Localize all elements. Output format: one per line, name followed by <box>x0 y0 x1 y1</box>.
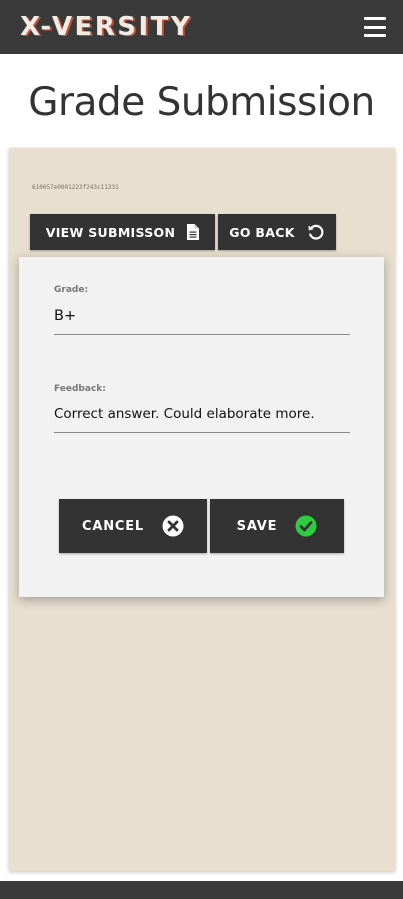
menu-bar <box>364 34 386 37</box>
feedback-label: Feedback: <box>54 384 106 394</box>
check-circle-icon <box>295 515 317 537</box>
page-title: Grade Submission <box>28 80 375 125</box>
menu-bar <box>364 17 386 20</box>
undo-icon <box>307 223 325 241</box>
footer-bar <box>0 881 403 899</box>
go-back-label: GO BACK <box>229 224 295 240</box>
cancel-button[interactable]: CANCEL <box>59 499 207 553</box>
save-button[interactable]: SAVE <box>210 499 344 553</box>
times-circle-icon <box>162 515 184 537</box>
grade-input[interactable] <box>54 308 350 335</box>
view-submission-button[interactable]: VIEW SUBMISSON <box>30 214 215 250</box>
feedback-input[interactable] <box>54 406 350 433</box>
go-back-button[interactable]: GO BACK <box>218 214 336 250</box>
grade-form-card: Grade: Feedback: CANCEL SAVE <box>19 257 384 597</box>
navbar: X-VERSITY <box>0 0 403 54</box>
save-label: SAVE <box>236 518 278 534</box>
submission-id: 610057e0001223f243c11331 <box>32 184 119 191</box>
cancel-label: CANCEL <box>82 518 144 534</box>
grade-label: Grade: <box>54 285 89 295</box>
view-submission-label: VIEW SUBMISSON <box>45 224 176 240</box>
menu-bar <box>364 25 386 29</box>
hamburger-menu-icon[interactable] <box>364 17 386 37</box>
brand-logo[interactable]: X-VERSITY <box>20 12 192 42</box>
document-icon <box>187 224 200 240</box>
